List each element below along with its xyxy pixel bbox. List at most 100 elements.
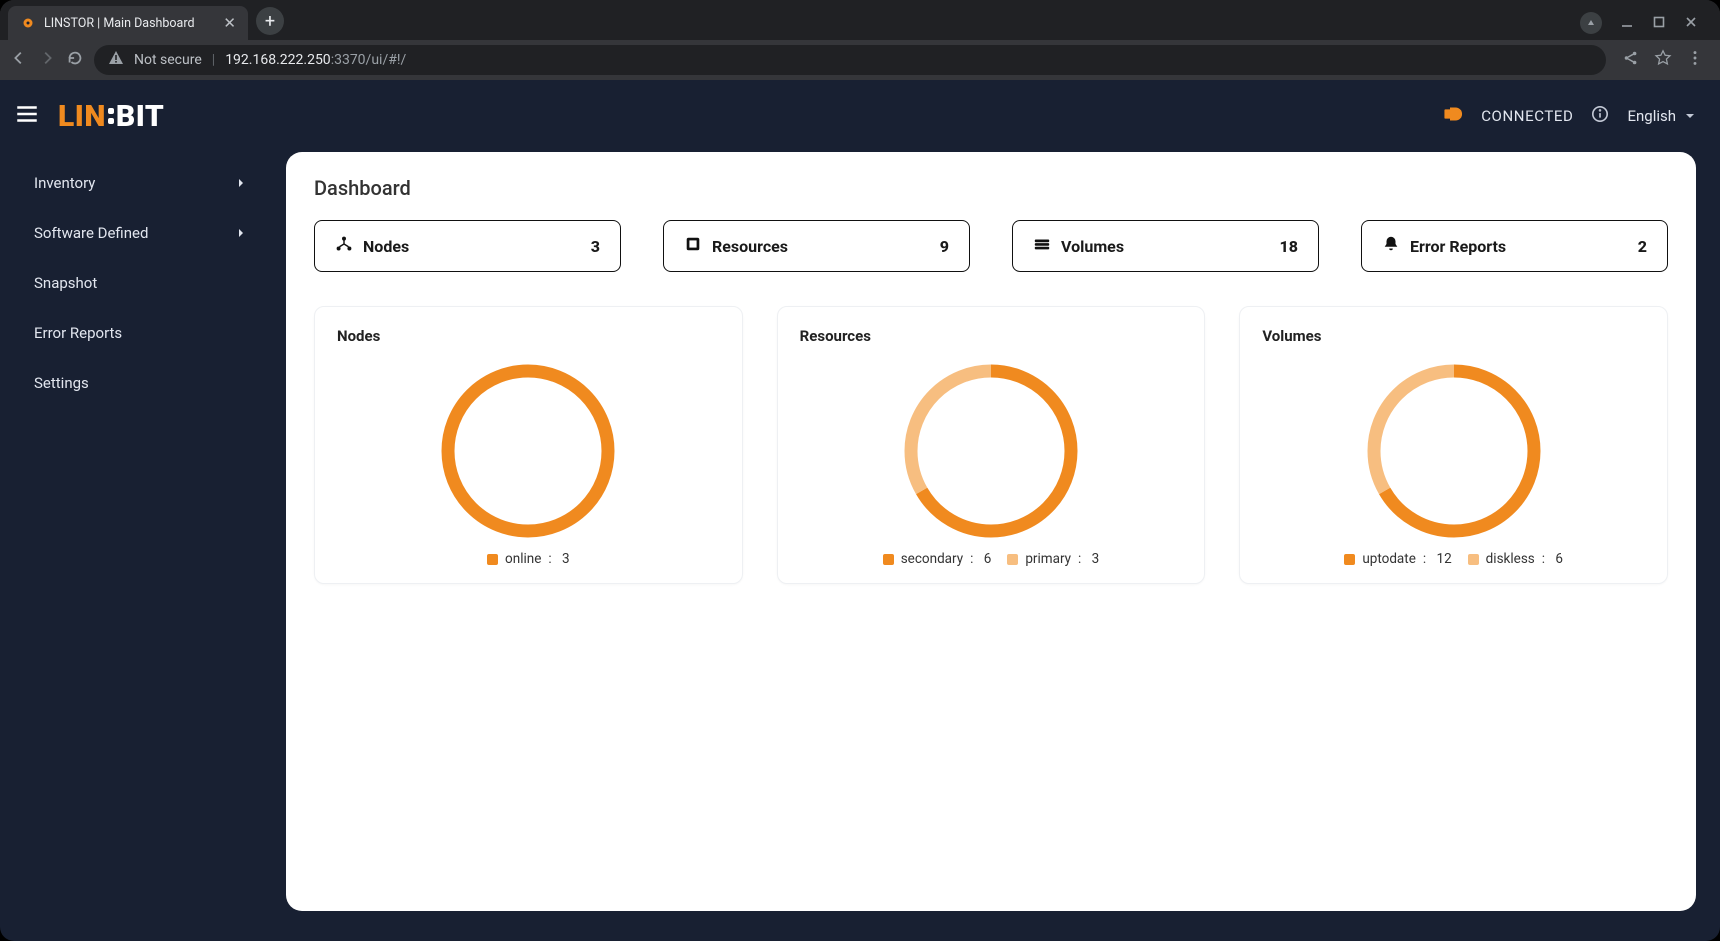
stat-label: Volumes (1061, 237, 1124, 256)
logo-text-lin: LIN (58, 99, 106, 134)
info-icon[interactable] (1591, 105, 1609, 127)
browser-reload-button[interactable] (66, 49, 84, 71)
not-secure-label: Not secure (134, 52, 202, 68)
stat-card-volumes[interactable]: Volumes18 (1012, 220, 1319, 272)
legend-label: primary (1025, 551, 1071, 567)
chart-title: Volumes (1262, 327, 1645, 345)
sidebar-item-error-reports[interactable]: Error Reports (8, 308, 272, 358)
browser-menu-icon[interactable] (1686, 49, 1704, 71)
legend-item[interactable]: uptodate: 12 (1344, 551, 1451, 567)
url-rest: :3370/ui/#!/ (331, 52, 407, 68)
legend-value: 3 (1092, 551, 1100, 567)
sidebar-item-label: Inventory (34, 174, 95, 192)
sidebar: Inventory Software Defined Snapshot Error R… (0, 152, 280, 921)
legend-value: 3 (562, 551, 570, 567)
legend-item[interactable]: primary: 3 (1007, 551, 1099, 567)
legend-swatch (1007, 554, 1018, 565)
nodes-icon (335, 235, 353, 257)
sidebar-item-label: Settings (34, 374, 89, 392)
legend-swatch (1344, 554, 1355, 565)
tab-close-icon[interactable]: ✕ (223, 16, 236, 31)
page-title: Dashboard (314, 176, 1668, 200)
stat-card-error-reports[interactable]: Error Reports 2 (1361, 220, 1668, 272)
chart-legend: uptodate: 12 diskless: 6 (1262, 551, 1645, 567)
logo-text-bit: BIT (116, 99, 164, 134)
window-maximize-icon[interactable] (1652, 14, 1666, 33)
browser-toolbar: Not secure | 192.168.222.250:3370/ui/#!/ (0, 40, 1720, 80)
legend-swatch (1468, 554, 1479, 565)
tab-title: LINSTOR | Main Dashboard (44, 16, 195, 31)
chart-card-nodes: Nodes online: 3 (314, 306, 743, 584)
legend-value: 6 (1555, 551, 1563, 567)
bookmark-star-icon[interactable] (1654, 49, 1672, 71)
browser-address-bar[interactable]: Not secure | 192.168.222.250:3370/ui/#!/ (94, 45, 1606, 75)
resources-icon (684, 235, 702, 257)
legend-item[interactable]: diskless: 6 (1468, 551, 1563, 567)
account-chip-icon[interactable] (1580, 12, 1602, 34)
stat-row: Nodes 3 Resources 9 Volumes18 Error Reports 2 (314, 220, 1668, 272)
donut-chart (337, 351, 720, 551)
desktop-root: LINSTOR | Main Dashboard ✕ + Not secure … (0, 0, 1720, 941)
legend-item[interactable]: secondary: 6 (883, 551, 992, 567)
sidebar-item-snapshot[interactable]: Snapshot (8, 258, 272, 308)
legend-label: secondary (901, 551, 963, 567)
language-dropdown[interactable]: English (1627, 107, 1696, 125)
chart-legend: online: 3 (337, 551, 720, 567)
chart-card-volumes: Volumes uptodate: 12 diskless: 6 (1239, 306, 1668, 584)
browser-toolbar-right (1616, 49, 1710, 71)
content-card: Dashboard Nodes 3 Resources 9 Volumes18 Error… (286, 152, 1696, 911)
not-secure-icon (108, 50, 124, 70)
sidebar-item-label: Snapshot (34, 274, 97, 292)
chart-card-resources: Resources secondary: 6 primary: 3 (777, 306, 1206, 584)
chevron-right-icon (236, 228, 246, 238)
stat-card-resources[interactable]: Resources 9 (663, 220, 970, 272)
volumes-icon (1033, 235, 1051, 257)
legend-item[interactable]: online: 3 (487, 551, 570, 567)
tab-favicon (20, 15, 36, 31)
omnibox-separator: | (212, 52, 215, 68)
chevron-right-icon (236, 178, 246, 188)
sidebar-item-software-defined[interactable]: Software Defined (8, 208, 272, 258)
connection-plug-icon (1437, 103, 1463, 129)
stat-label: Resources (712, 237, 788, 256)
stat-value: 9 (940, 237, 949, 256)
window-controls (1580, 12, 1712, 40)
bell-icon (1382, 235, 1400, 257)
browser-chrome: LINSTOR | Main Dashboard ✕ + Not secure … (0, 0, 1720, 80)
sidebar-item-label: Software Defined (34, 224, 148, 242)
hamburger-menu-button[interactable] (14, 101, 40, 131)
legend-value: 12 (1436, 551, 1451, 567)
donut-chart (1262, 351, 1645, 551)
chart-title: Resources (800, 327, 1183, 345)
chart-title: Nodes (337, 327, 720, 345)
legend-value: 6 (984, 551, 992, 567)
logo-colon-icon (108, 108, 114, 124)
window-minimize-icon[interactable] (1620, 14, 1634, 33)
new-tab-button[interactable]: + (256, 7, 284, 35)
legend-swatch (883, 554, 894, 565)
chart-row: Nodes online: 3 Resources secondary: 6 p… (314, 306, 1668, 584)
legend-swatch (487, 554, 498, 565)
browser-tab-strip: LINSTOR | Main Dashboard ✕ + (0, 0, 1720, 40)
legend-label: uptodate (1362, 551, 1416, 567)
browser-forward-button[interactable] (38, 49, 56, 71)
brand-logo[interactable]: LIN BIT (58, 99, 164, 134)
chevron-down-icon (1684, 110, 1696, 122)
sidebar-item-settings[interactable]: Settings (8, 358, 272, 408)
stat-value: 3 (591, 237, 600, 256)
donut-chart (800, 351, 1183, 551)
app-topbar: LIN BIT CONNECTED English (0, 80, 1720, 152)
main-row: Inventory Software Defined Snapshot Error R… (0, 152, 1720, 941)
stat-card-nodes[interactable]: Nodes 3 (314, 220, 621, 272)
stat-label: Nodes (363, 237, 409, 256)
sidebar-item-inventory[interactable]: Inventory (8, 158, 272, 208)
stat-label: Error Reports (1410, 237, 1506, 256)
browser-back-button[interactable] (10, 49, 28, 71)
browser-tab[interactable]: LINSTOR | Main Dashboard ✕ (8, 6, 248, 40)
app-root: LIN BIT CONNECTED English InventorySoftw (0, 80, 1720, 941)
window-close-icon[interactable] (1684, 14, 1698, 33)
sidebar-item-label: Error Reports (34, 324, 122, 342)
stat-value: 2 (1638, 237, 1647, 256)
share-icon[interactable] (1622, 49, 1640, 71)
legend-label: online (505, 551, 541, 567)
